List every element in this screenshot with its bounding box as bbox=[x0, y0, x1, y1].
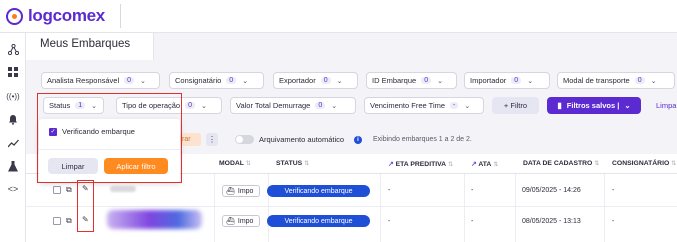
divider bbox=[604, 174, 605, 242]
row-checkbox[interactable] bbox=[53, 186, 61, 194]
saved-filters-label: Filtros salvos | bbox=[566, 101, 620, 110]
filter-label: Consignatário bbox=[175, 76, 222, 85]
chevron-down-icon: ⌄ bbox=[464, 102, 471, 110]
ship-icon: ⛴ bbox=[226, 188, 235, 195]
chevron-down-icon: ⌄ bbox=[331, 102, 338, 110]
results-count: Exibindo embarques 1 a 2 de 2. bbox=[373, 136, 472, 143]
open-external-icon[interactable]: ⧉ bbox=[66, 216, 72, 226]
chevron-down-icon: ⌄ bbox=[437, 77, 443, 85]
filter-label: Valor Total Demurrage bbox=[236, 101, 311, 110]
consignee-cell: - bbox=[612, 218, 615, 225]
filter-count: 0 bbox=[124, 77, 135, 84]
logo-text: logcomex bbox=[28, 6, 105, 25]
divider bbox=[380, 174, 381, 242]
filter-count: 0 bbox=[226, 77, 237, 84]
logo-mark-icon bbox=[6, 7, 23, 25]
highlight-box-status-filter bbox=[37, 93, 182, 183]
modal-badge: ⛴ Impo bbox=[222, 215, 260, 227]
chevron-down-icon: ⌄ bbox=[624, 101, 631, 110]
filter-label: Vencimento Free Time bbox=[370, 101, 446, 110]
archive-toggle[interactable] bbox=[235, 135, 254, 144]
status-badge: Verificando embarque bbox=[267, 215, 370, 227]
chevron-down-icon: ⌄ bbox=[140, 77, 146, 85]
logo[interactable]: logcomex bbox=[6, 6, 105, 26]
column-header-eta[interactable]: ↗ ETA PREDITIVA ⇅ bbox=[388, 160, 453, 168]
info-icon[interactable]: i bbox=[354, 136, 362, 144]
divider bbox=[26, 206, 677, 207]
filter-id-embarque[interactable]: ID Embarque 0 ⌄ bbox=[366, 72, 457, 89]
filter-count: 0 bbox=[315, 102, 326, 109]
trend-icon[interactable] bbox=[5, 135, 21, 151]
filter-count: 0 bbox=[320, 77, 331, 84]
filter-label: ID Embarque bbox=[372, 76, 417, 85]
divider bbox=[464, 174, 465, 242]
clear-filters-link[interactable]: Limpa bbox=[656, 101, 676, 110]
filter-label: Analista Responsável bbox=[47, 76, 120, 85]
redacted-text bbox=[107, 210, 202, 229]
eta-cell: - bbox=[388, 218, 391, 225]
column-header-date[interactable]: DATA DE CADASTRO ⇅ bbox=[523, 160, 599, 167]
broadcast-icon[interactable]: ((•)) bbox=[5, 88, 21, 104]
page-title: Meus Embarques bbox=[40, 38, 131, 50]
chevron-down-icon: ⌄ bbox=[527, 77, 534, 85]
status-badge: Verificando embarque bbox=[267, 185, 370, 197]
date-cell: 08/05/2025 - 13:13 bbox=[522, 218, 581, 225]
filter-label: Importador bbox=[470, 76, 507, 85]
consignee-cell: - bbox=[612, 187, 615, 194]
bookmark-icon: ▮ bbox=[557, 101, 562, 110]
filter-count: 0 bbox=[421, 77, 432, 84]
filter-exportador[interactable]: Exportador 0 ⌄ bbox=[273, 72, 358, 89]
filter-count: 0 bbox=[185, 102, 196, 109]
column-header-ata[interactable]: ↗ ATA ⇅ bbox=[471, 160, 498, 168]
trend-icon: ↗ bbox=[471, 161, 477, 168]
filter-label: Exportador bbox=[279, 76, 316, 85]
chevron-down-icon: ⌄ bbox=[650, 77, 657, 85]
filter-vencimento-free-time[interactable]: Vencimento Free Time - ⌄ bbox=[364, 97, 484, 114]
column-header-consignee[interactable]: CONSIGNATÁRIO ⇅ bbox=[612, 160, 676, 167]
add-filter-button[interactable]: + Filtro bbox=[492, 97, 539, 114]
ata-cell: - bbox=[471, 187, 474, 194]
trend-icon: ↗ bbox=[388, 161, 394, 168]
ship-icon: ⛴ bbox=[226, 218, 235, 225]
filter-count: 0 bbox=[511, 77, 522, 84]
filter-count: 0 bbox=[634, 77, 645, 84]
highlight-box-edit-icons bbox=[77, 180, 94, 232]
more-options-button[interactable]: ⋮ bbox=[206, 133, 218, 146]
saved-filters-button[interactable]: ▮ Filtros salvos | ⌄ bbox=[547, 97, 641, 114]
divider bbox=[515, 174, 516, 242]
chevron-down-icon: ⌄ bbox=[201, 102, 207, 110]
filter-valor-total-demurrage[interactable]: Valor Total Demurrage 0 ⌄ bbox=[230, 97, 356, 114]
divider bbox=[268, 174, 269, 242]
network-icon[interactable] bbox=[5, 41, 21, 57]
chevron-down-icon: ⌄ bbox=[336, 77, 343, 85]
eta-cell: - bbox=[388, 187, 391, 194]
code-icon[interactable]: <> bbox=[5, 181, 21, 197]
redacted-text bbox=[110, 186, 136, 192]
divider bbox=[214, 174, 215, 242]
date-cell: 09/05/2025 - 14:26 bbox=[522, 187, 581, 194]
filter-label: Modal de transporte bbox=[563, 76, 630, 85]
open-external-icon[interactable]: ⧉ bbox=[66, 185, 72, 195]
filter-importador[interactable]: Importador 0 ⌄ bbox=[464, 72, 550, 89]
column-header-modal[interactable]: MODAL ⇅ bbox=[219, 160, 251, 167]
filter-consignatario[interactable]: Consignatário 0 ⌄ bbox=[169, 72, 264, 89]
divider bbox=[120, 4, 121, 28]
column-header-status[interactable]: STATUS ⇅ bbox=[276, 160, 309, 167]
filter-modal-de-transporte[interactable]: Modal de transporte 0 ⌄ bbox=[557, 72, 675, 89]
archive-label: Arquivamento automático bbox=[259, 135, 345, 144]
ata-cell: - bbox=[471, 218, 474, 225]
chevron-down-icon: ⌄ bbox=[242, 77, 249, 85]
bell-icon[interactable] bbox=[5, 111, 21, 127]
filter-analista-responsavel[interactable]: Analista Responsável 0 ⌄ bbox=[41, 72, 160, 89]
flask-icon[interactable] bbox=[5, 158, 21, 174]
row-checkbox[interactable] bbox=[53, 217, 61, 225]
grid-icon[interactable] bbox=[5, 64, 21, 80]
hidden-button[interactable]: rar bbox=[180, 133, 201, 146]
filter-count: - bbox=[450, 102, 459, 109]
modal-badge: ⛴ Impo bbox=[222, 185, 260, 197]
